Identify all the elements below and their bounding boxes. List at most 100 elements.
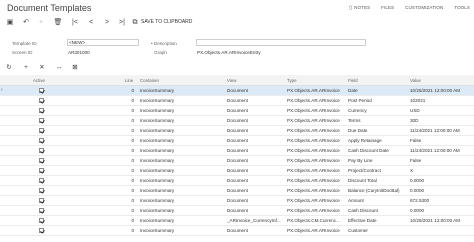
value-cell[interactable]: 0.0000 — [410, 208, 474, 213]
column-header-active[interactable]: Active — [33, 78, 45, 83]
table-row[interactable]: 0 InvoiceSummary Document PX.Objects.AR.… — [0, 146, 474, 156]
active-checkbox[interactable] — [39, 138, 44, 143]
field-cell: Post Period — [348, 98, 372, 103]
container-cell: InvoiceSummary — [140, 128, 175, 133]
active-checkbox[interactable] — [39, 128, 44, 133]
graph-value: PX.Objects.AR.ARInvoiceEntry — [197, 50, 261, 55]
files-link[interactable]: FILES — [381, 5, 394, 11]
table-row[interactable]: 0 InvoiceSummary Document PX.Objects.AR.… — [0, 136, 474, 146]
save-to-clipboard-button[interactable]: SAVE TO CLIPBOARD — [141, 19, 192, 25]
column-header-type[interactable]: Type — [287, 78, 297, 83]
table-row[interactable]: 0 InvoiceSummary Document PX.Objects.AR.… — [0, 166, 474, 176]
table-row[interactable]: 0 InvoiceSummary Document PX.Objects.AR.… — [0, 206, 474, 216]
next-icon[interactable]: > — [102, 17, 112, 28]
page-title: Document Templates — [7, 3, 92, 13]
field-cell: Due Date — [348, 128, 368, 133]
table-row[interactable]: 0 InvoiceSummary _ARInvoice_CurrencyInf.… — [0, 216, 474, 226]
active-checkbox[interactable] — [39, 228, 44, 233]
container-cell: InvoiceSummary — [140, 138, 175, 143]
value-cell[interactable]: X — [410, 168, 474, 173]
copy-icon[interactable]: ⧉ — [130, 17, 140, 28]
value-cell[interactable]: False — [410, 138, 474, 143]
active-checkbox[interactable] — [39, 158, 44, 163]
add-icon[interactable]: + — [36, 17, 46, 28]
screen-id-value: AR301000 — [68, 50, 90, 55]
table-row[interactable]: 0 InvoiceSummary Document PX.Objects.AR.… — [0, 196, 474, 206]
current-row-indicator: › — [1, 87, 3, 93]
export-icon[interactable]: ⊠ — [70, 64, 80, 72]
value-cell[interactable]: 672.5300 — [410, 198, 474, 203]
notes-link[interactable]: NOTES — [354, 5, 370, 11]
table-row[interactable]: 0 InvoiceSummary Document PX.Objects.AR.… — [0, 116, 474, 126]
value-cell[interactable]: 102021 — [410, 98, 474, 103]
active-checkbox[interactable] — [39, 168, 44, 173]
value-cell[interactable]: 0.0000 — [410, 178, 474, 183]
active-checkbox[interactable] — [39, 208, 44, 213]
first-icon[interactable]: |< — [70, 17, 80, 28]
active-checkbox[interactable] — [39, 178, 44, 183]
fit-columns-icon[interactable]: ↔ — [54, 64, 64, 72]
type-cell: PX.Objects.AR.ARInvoice — [287, 208, 340, 213]
last-icon[interactable]: >| — [117, 17, 127, 28]
undo-icon[interactable]: ↶ — [21, 17, 31, 28]
value-cell[interactable]: False — [410, 158, 474, 163]
container-cell: InvoiceSummary — [140, 168, 175, 173]
table-row[interactable]: › 0 InvoiceSummary Document PX.Objects.A… — [0, 86, 474, 96]
previous-icon[interactable]: < — [86, 17, 96, 28]
view-cell: Document — [227, 98, 248, 103]
table-row[interactable]: 0 InvoiceSummary Document PX.Objects.AR.… — [0, 186, 474, 196]
active-checkbox[interactable] — [39, 198, 44, 203]
active-checkbox[interactable] — [39, 218, 44, 223]
table-row[interactable]: 0 InvoiceSummary Document PX.Objects.AR.… — [0, 96, 474, 106]
table-row[interactable]: 0 InvoiceSummary Document PX.Objects.AR.… — [0, 156, 474, 166]
delete-row-icon[interactable]: ✕ — [37, 64, 47, 72]
container-cell: InvoiceSummary — [140, 118, 175, 123]
customization-link[interactable]: CUSTOMIZATION — [405, 5, 443, 11]
view-cell: Document — [227, 138, 248, 143]
active-checkbox[interactable] — [39, 98, 44, 103]
main-toolbar: ▣ ↶ + 🗑 |< < > >| ⧉ SAVE TO CLIPBOARD — [0, 17, 474, 29]
column-header-field[interactable]: Field — [348, 78, 358, 83]
description-input[interactable] — [196, 39, 366, 46]
active-checkbox[interactable] — [39, 148, 44, 153]
table-row[interactable]: 0 InvoiceSummary Document PX.Objects.AR.… — [0, 176, 474, 186]
value-cell[interactable]: 10/25/2021 12:00:00 AM — [410, 88, 474, 93]
container-cell: InvoiceSummary — [140, 208, 175, 213]
type-cell: PX.Objects.AR.ARInvoice — [287, 128, 340, 133]
view-cell: Document — [227, 158, 248, 163]
type-cell: PX.Objects.AR.ARInvoice — [287, 138, 340, 143]
value-cell[interactable]: 30D — [410, 118, 474, 123]
add-row-icon[interactable]: + — [21, 64, 31, 72]
type-cell: PX.Objects.AR.ARInvoice — [287, 98, 340, 103]
template-id-input[interactable]: <NEW> — [67, 39, 139, 46]
delete-icon[interactable]: 🗑 — [53, 17, 63, 28]
active-checkbox[interactable] — [39, 118, 44, 123]
value-cell[interactable]: 11/24/2021 12:00:00 AM — [410, 148, 474, 153]
active-checkbox[interactable] — [39, 108, 44, 113]
table-row[interactable]: 0 InvoiceSummary Document PX.Objects.AR.… — [0, 106, 474, 116]
active-checkbox[interactable] — [39, 88, 44, 93]
field-cell: Cash Discount Date — [348, 148, 389, 153]
column-header-view[interactable]: View — [227, 78, 236, 83]
table-row[interactable]: 0 InvoiceSummary Document PX.Objects.AR.… — [0, 226, 474, 236]
container-cell: InvoiceSummary — [140, 188, 175, 193]
refresh-icon[interactable]: ↻ — [4, 64, 14, 72]
fields-grid: Active Line Container View Type Field Va… — [0, 75, 474, 242]
line-cell: 0 — [131, 218, 134, 223]
tools-link[interactable]: TOOLS — [454, 5, 470, 11]
column-header-value[interactable]: Value — [410, 78, 421, 83]
value-cell[interactable]: USD — [410, 108, 474, 113]
value-cell[interactable]: 10/25/2021 12:00:00 AM — [410, 218, 474, 223]
container-cell: InvoiceSummary — [140, 228, 175, 233]
value-cell[interactable]: 0.0000 — [410, 188, 474, 193]
save-icon[interactable]: ▣ — [5, 17, 15, 28]
template-id-label: Template ID — [12, 41, 37, 46]
notes-icon[interactable]: ▯ — [349, 5, 352, 11]
column-header-container[interactable]: Container — [140, 78, 159, 83]
active-checkbox[interactable] — [39, 188, 44, 193]
value-cell[interactable]: 11/24/2021 12:00:00 AM — [410, 128, 474, 133]
field-cell: Apply Retainage — [348, 138, 382, 143]
column-header-line[interactable]: Line — [125, 78, 133, 83]
type-cell: PX.Objects.AR.ARInvoice — [287, 118, 340, 123]
table-row[interactable]: 0 InvoiceSummary Document PX.Objects.AR.… — [0, 126, 474, 136]
